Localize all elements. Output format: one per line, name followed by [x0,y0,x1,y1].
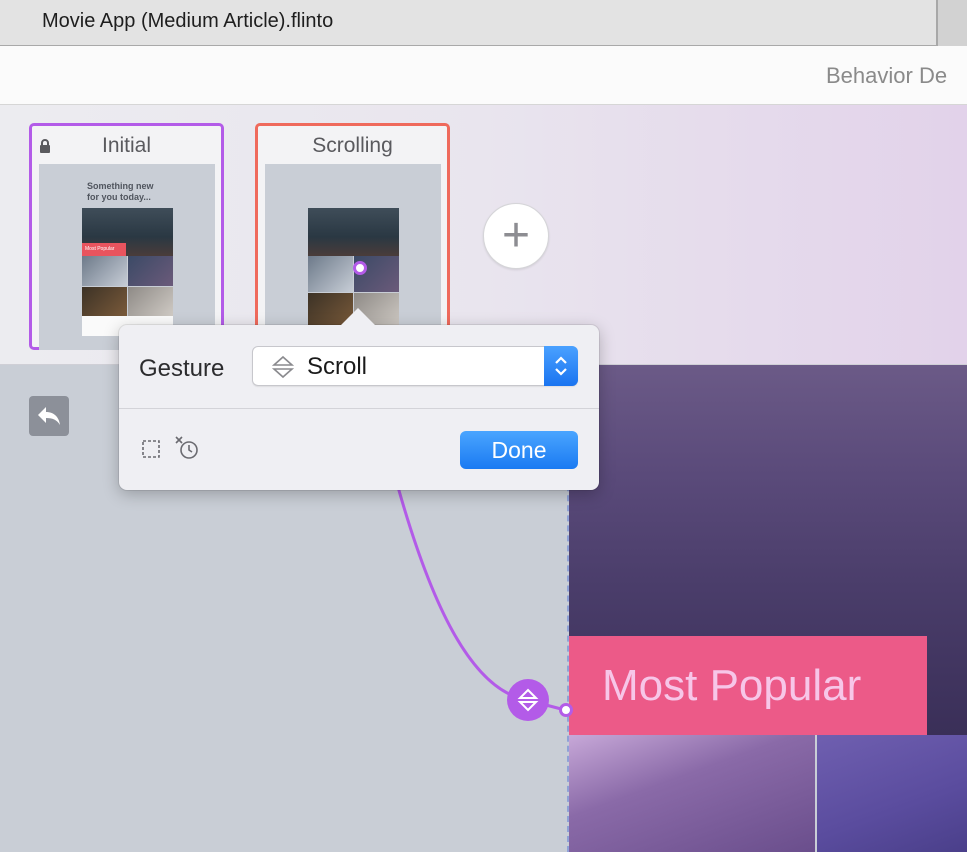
plus-icon: + [501,209,531,262]
screen-preview: Something new for you today... Most Popu… [39,164,215,350]
reply-arrow-icon [38,407,60,425]
done-button[interactable]: Done [460,431,578,469]
screen-thumb-initial[interactable]: Initial Something new for you today... M… [29,123,224,350]
gesture-select-value: Scroll [307,353,368,380]
scroll-gesture-icon [271,355,295,379]
preview-tile [82,256,127,286]
scroll-gesture-handle[interactable] [507,679,549,721]
preview-tile [308,256,353,292]
behavior-designer-title: Behavior De [826,63,948,88]
preview-greeting: Something new for you today... [87,181,154,202]
splash-image [569,735,815,852]
preview-badge: Most Popular [82,243,126,256]
screen-preview-canvas: Most Popular [567,365,967,852]
chevron-up-down-icon [555,356,567,376]
purple-image [817,735,967,852]
gesture-label: Gesture [139,355,225,382]
preview-tile [128,256,173,286]
screen-name: Scrolling [312,134,393,157]
most-popular-label[interactable]: Most Popular [569,636,927,735]
connection-end-dot[interactable] [559,703,573,717]
back-button[interactable] [29,396,69,436]
preview-tile [128,286,173,316]
document-tab-title[interactable]: Movie App (Medium Article).flinto [42,10,333,33]
preview-tile [82,286,127,316]
popover-divider [119,408,599,409]
add-screen-button[interactable]: + [483,203,549,269]
toolbar: Behavior De [0,46,967,105]
tab-overflow[interactable] [938,0,967,46]
scroll-gesture-icon [517,688,539,712]
gesture-popover: Gesture Scroll Done [119,308,599,490]
select-stepper-icon[interactable] [544,346,578,386]
clear-history-icon[interactable] [174,435,200,461]
screen-name: Initial [101,134,152,157]
preview-grid [82,256,173,316]
connection-anchor-dot[interactable] [353,261,367,275]
gesture-select[interactable]: Scroll [252,346,578,386]
preview-city-image [308,208,399,256]
region-select-icon[interactable] [141,439,161,459]
window-title-bar: Movie App (Medium Article).flinto [0,0,967,46]
